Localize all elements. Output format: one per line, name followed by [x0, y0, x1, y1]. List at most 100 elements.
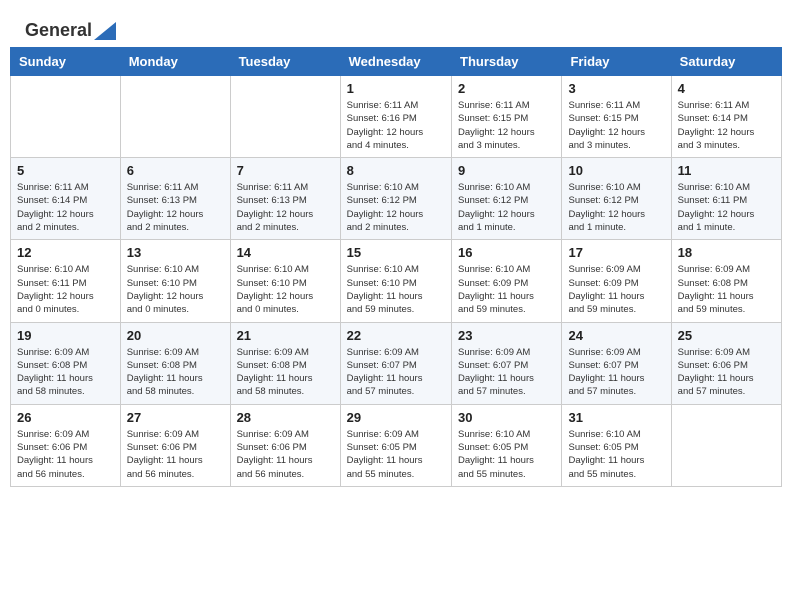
day-number: 3: [568, 81, 664, 96]
day-number: 25: [678, 328, 775, 343]
day-info: Sunrise: 6:11 AM Sunset: 6:15 PM Dayligh…: [458, 99, 555, 152]
calendar-cell: 28 Sunrise: 6:09 AM Sunset: 6:06 PM Dayli…: [230, 404, 340, 486]
day-info: Sunrise: 6:10 AM Sunset: 6:09 PM Dayligh…: [458, 263, 555, 316]
day-number: 7: [237, 163, 334, 178]
day-number: 13: [127, 245, 224, 260]
day-info: Sunrise: 6:10 AM Sunset: 6:10 PM Dayligh…: [127, 263, 224, 316]
calendar-cell: 15 Sunrise: 6:10 AM Sunset: 6:10 PM Dayli…: [340, 240, 451, 322]
calendar-cell: 29 Sunrise: 6:09 AM Sunset: 6:05 PM Dayli…: [340, 404, 451, 486]
calendar-cell: 12 Sunrise: 6:10 AM Sunset: 6:11 PM Dayli…: [11, 240, 121, 322]
day-number: 15: [347, 245, 445, 260]
calendar-cell: 23 Sunrise: 6:09 AM Sunset: 6:07 PM Dayli…: [452, 322, 562, 404]
day-header-thursday: Thursday: [452, 48, 562, 76]
day-number: 11: [678, 163, 775, 178]
day-info: Sunrise: 6:09 AM Sunset: 6:07 PM Dayligh…: [568, 346, 664, 399]
day-header-wednesday: Wednesday: [340, 48, 451, 76]
day-info: Sunrise: 6:11 AM Sunset: 6:14 PM Dayligh…: [678, 99, 775, 152]
day-info: Sunrise: 6:10 AM Sunset: 6:12 PM Dayligh…: [347, 181, 445, 234]
day-info: Sunrise: 6:09 AM Sunset: 6:06 PM Dayligh…: [678, 346, 775, 399]
day-header-tuesday: Tuesday: [230, 48, 340, 76]
calendar-cell: 18Sunrise: 6:09 AM Sunset: 6:08 PM Dayli…: [671, 240, 781, 322]
calendar-cell: 24 Sunrise: 6:09 AM Sunset: 6:07 PM Dayli…: [562, 322, 671, 404]
day-number: 23: [458, 328, 555, 343]
day-number: 1: [347, 81, 445, 96]
calendar-cell: 30Sunrise: 6:10 AM Sunset: 6:05 PM Dayli…: [452, 404, 562, 486]
day-info: Sunrise: 6:11 AM Sunset: 6:15 PM Dayligh…: [568, 99, 664, 152]
day-header-sunday: Sunday: [11, 48, 121, 76]
day-info: Sunrise: 6:09 AM Sunset: 6:08 PM Dayligh…: [17, 346, 114, 399]
day-info: Sunrise: 6:11 AM Sunset: 6:13 PM Dayligh…: [237, 181, 334, 234]
day-number: 27: [127, 410, 224, 425]
day-info: Sunrise: 6:10 AM Sunset: 6:11 PM Dayligh…: [678, 181, 775, 234]
calendar-cell: 31 Sunrise: 6:10 AM Sunset: 6:05 PM Dayli…: [562, 404, 671, 486]
day-info: Sunrise: 6:10 AM Sunset: 6:12 PM Dayligh…: [568, 181, 664, 234]
calendar-cell: 7 Sunrise: 6:11 AM Sunset: 6:13 PM Daylig…: [230, 158, 340, 240]
day-number: 5: [17, 163, 114, 178]
day-number: 28: [237, 410, 334, 425]
day-info: Sunrise: 6:09 AM Sunset: 6:08 PM Dayligh…: [678, 263, 775, 316]
calendar-cell: 13 Sunrise: 6:10 AM Sunset: 6:10 PM Dayli…: [120, 240, 230, 322]
calendar-cell: 26 Sunrise: 6:09 AM Sunset: 6:06 PM Dayli…: [11, 404, 121, 486]
day-info: Sunrise: 6:10 AM Sunset: 6:10 PM Dayligh…: [347, 263, 445, 316]
calendar-cell: 9 Sunrise: 6:10 AM Sunset: 6:12 PM Daylig…: [452, 158, 562, 240]
day-info: Sunrise: 6:11 AM Sunset: 6:13 PM Dayligh…: [127, 181, 224, 234]
day-number: 16: [458, 245, 555, 260]
calendar-cell: 3 Sunrise: 6:11 AM Sunset: 6:15 PM Daylig…: [562, 76, 671, 158]
day-number: 9: [458, 163, 555, 178]
day-info: Sunrise: 6:10 AM Sunset: 6:11 PM Dayligh…: [17, 263, 114, 316]
day-number: 19: [17, 328, 114, 343]
calendar-cell: 16 Sunrise: 6:10 AM Sunset: 6:09 PM Dayli…: [452, 240, 562, 322]
calendar-cell: 5 Sunrise: 6:11 AM Sunset: 6:14 PM Daylig…: [11, 158, 121, 240]
day-info: Sunrise: 6:09 AM Sunset: 6:05 PM Dayligh…: [347, 428, 445, 481]
day-number: 2: [458, 81, 555, 96]
calendar-cell: 10 Sunrise: 6:10 AM Sunset: 6:12 PM Dayli…: [562, 158, 671, 240]
day-number: 17: [568, 245, 664, 260]
day-number: 24: [568, 328, 664, 343]
day-number: 4: [678, 81, 775, 96]
calendar-cell: [11, 76, 121, 158]
calendar-cell: [671, 404, 781, 486]
day-number: 21: [237, 328, 334, 343]
calendar-cell: 2 Sunrise: 6:11 AM Sunset: 6:15 PM Daylig…: [452, 76, 562, 158]
day-number: 31: [568, 410, 664, 425]
day-info: Sunrise: 6:11 AM Sunset: 6:14 PM Dayligh…: [17, 181, 114, 234]
day-number: 22: [347, 328, 445, 343]
calendar-cell: [120, 76, 230, 158]
day-info: Sunrise: 6:11 AM Sunset: 6:16 PM Dayligh…: [347, 99, 445, 152]
day-number: 26: [17, 410, 114, 425]
day-number: 8: [347, 163, 445, 178]
calendar-cell: 17 Sunrise: 6:09 AM Sunset: 6:09 PM Dayli…: [562, 240, 671, 322]
day-number: 12: [17, 245, 114, 260]
calendar-cell: 21 Sunrise: 6:09 AM Sunset: 6:08 PM Dayli…: [230, 322, 340, 404]
day-info: Sunrise: 6:09 AM Sunset: 6:07 PM Dayligh…: [458, 346, 555, 399]
calendar-cell: 19 Sunrise: 6:09 AM Sunset: 6:08 PM Dayli…: [11, 322, 121, 404]
day-number: 10: [568, 163, 664, 178]
day-info: Sunrise: 6:09 AM Sunset: 6:09 PM Dayligh…: [568, 263, 664, 316]
calendar-cell: 4 Sunrise: 6:11 AM Sunset: 6:14 PM Daylig…: [671, 76, 781, 158]
day-number: 29: [347, 410, 445, 425]
page-header: General: [10, 10, 782, 42]
calendar-cell: [230, 76, 340, 158]
day-info: Sunrise: 6:10 AM Sunset: 6:10 PM Dayligh…: [237, 263, 334, 316]
day-info: Sunrise: 6:10 AM Sunset: 6:12 PM Dayligh…: [458, 181, 555, 234]
calendar-cell: 27Sunrise: 6:09 AM Sunset: 6:06 PM Dayli…: [120, 404, 230, 486]
calendar-cell: 22 Sunrise: 6:09 AM Sunset: 6:07 PM Dayli…: [340, 322, 451, 404]
calendar: SundayMondayTuesdayWednesdayThursdayFrid…: [10, 47, 782, 487]
day-number: 20: [127, 328, 224, 343]
day-number: 14: [237, 245, 334, 260]
logo: General: [25, 20, 116, 37]
day-info: Sunrise: 6:09 AM Sunset: 6:08 PM Dayligh…: [237, 346, 334, 399]
day-info: Sunrise: 6:10 AM Sunset: 6:05 PM Dayligh…: [568, 428, 664, 481]
day-header-monday: Monday: [120, 48, 230, 76]
calendar-cell: 25 Sunrise: 6:09 AM Sunset: 6:06 PM Dayli…: [671, 322, 781, 404]
day-number: 6: [127, 163, 224, 178]
day-info: Sunrise: 6:10 AM Sunset: 6:05 PM Dayligh…: [458, 428, 555, 481]
day-info: Sunrise: 6:09 AM Sunset: 6:07 PM Dayligh…: [347, 346, 445, 399]
calendar-cell: 11 Sunrise: 6:10 AM Sunset: 6:11 PM Dayli…: [671, 158, 781, 240]
day-info: Sunrise: 6:09 AM Sunset: 6:06 PM Dayligh…: [237, 428, 334, 481]
calendar-cell: 1 Sunrise: 6:11 AM Sunset: 6:16 PM Daylig…: [340, 76, 451, 158]
day-info: Sunrise: 6:09 AM Sunset: 6:06 PM Dayligh…: [17, 428, 114, 481]
calendar-cell: 8 Sunrise: 6:10 AM Sunset: 6:12 PM Daylig…: [340, 158, 451, 240]
logo-icon: [94, 22, 116, 40]
calendar-cell: 20Sunrise: 6:09 AM Sunset: 6:08 PM Dayli…: [120, 322, 230, 404]
